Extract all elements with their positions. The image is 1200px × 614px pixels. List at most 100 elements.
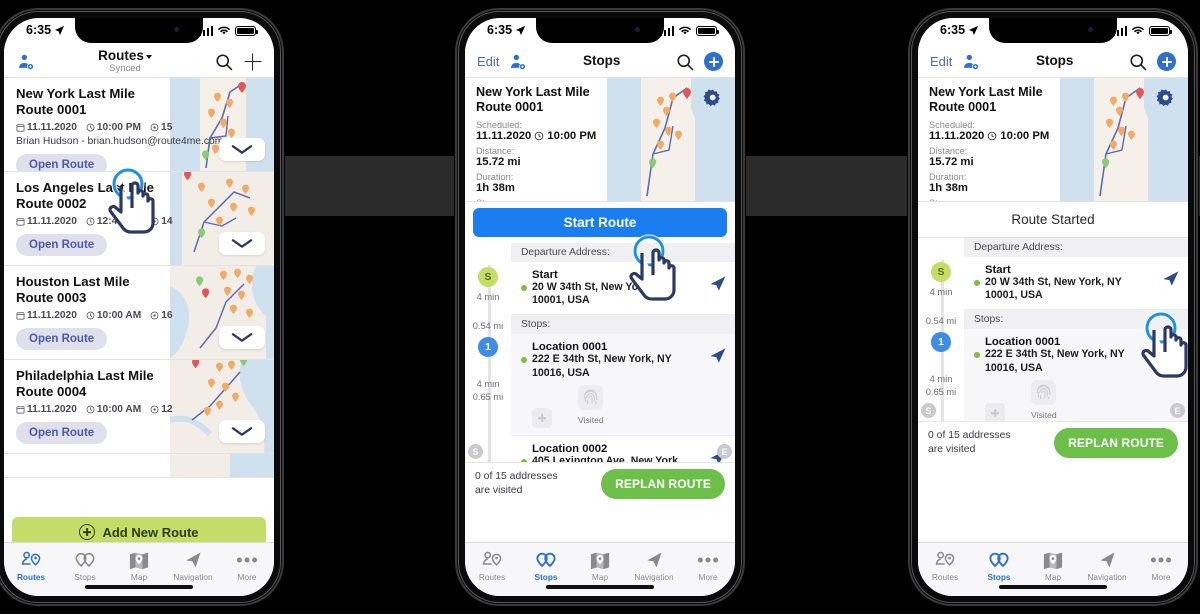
chevron-down-icon [231,333,253,342]
status-dot [521,357,527,364]
route-card[interactable]: Houston Last Mile Route 0003 11.11.2020 … [4,266,274,360]
add-stop-button[interactable] [704,52,723,71]
rail-distance: 0.54 mi [925,315,957,326]
add-note-button[interactable] [532,407,552,428]
scheduled-date: 11.11.2020 [929,129,985,142]
scroll-to-end-badge[interactable]: E [717,444,732,459]
replan-route-button[interactable]: REPLAN ROUTE [601,468,725,499]
start-route-button[interactable]: Start Route [473,208,727,237]
open-route-button[interactable]: Open Route [16,328,108,351]
add-note-button[interactable] [985,402,1005,421]
tab-more[interactable]: More [681,549,735,582]
tab-navigation-label: Navigation [173,572,213,582]
edit-button[interactable]: Edit [930,54,952,69]
tab-map[interactable]: Map [112,549,166,582]
route-detail-header: New York Last Mile Route 0001 Scheduled:… [465,78,735,202]
route-card[interactable]: Philadelphia Last Mile Route 0004 11.11.… [4,360,274,454]
routes-list[interactable]: New York Last Mile Route 0001 11.11.2020… [4,78,274,510]
stop-address-line1: 222 E 34th St, New York, NY [532,353,672,366]
location-arrow-icon [54,25,65,35]
stop-row-1[interactable]: Location 0001 222 E 34th St, New York, N… [964,329,1188,421]
expand-route-button[interactable] [219,138,265,161]
detail-route-name-line1: New York Last Mile [929,85,1043,99]
stop-row-2[interactable]: Location 0002 405 Lexington Ave, New Yor… [511,435,735,462]
status-dot [974,280,980,286]
route-detail-text: New York Last Mile Route 0001 Scheduled:… [465,78,735,201]
fingerprint-icon [578,384,604,410]
stop-address-line2: 10001, USA [985,289,1043,302]
scroll-to-start-badge[interactable]: S [468,444,483,459]
route-settings-button[interactable] [703,88,723,113]
navigate-icon[interactable] [1161,269,1180,293]
stop-title: Location 0002 [532,442,608,455]
tab-more[interactable]: More [1134,549,1188,582]
wifi-icon [678,26,692,35]
add-stop-button[interactable] [1157,52,1176,71]
tab-routes[interactable]: Routes [465,549,519,582]
tab-routes[interactable]: Routes [918,549,972,582]
tab-map[interactable]: Map [573,549,627,582]
route-date-text: 11.11.2020 [27,310,77,322]
edit-button[interactable]: Edit [477,54,499,69]
phone-1-title-block[interactable]: Routes Synced [45,49,205,73]
driver-add-icon[interactable] [508,52,528,72]
scroll-to-start-badge[interactable]: S [921,403,936,418]
clock-icon [86,217,95,226]
rail-node-1: 0.54 mi 1 [465,321,511,358]
routes-icon [465,549,519,571]
route-settings-button[interactable] [1156,88,1176,113]
route-time: 10:00 AM [86,310,141,321]
expand-route-button[interactable] [219,420,265,443]
tab-stops[interactable]: Stops [972,549,1026,582]
open-route-button[interactable]: Open Route [16,422,108,445]
scroll-to-end-badge[interactable]: E [1170,403,1185,418]
tab-stops[interactable]: Stops [58,549,112,582]
tab-more[interactable]: More [220,549,274,582]
status-indicators [198,23,259,36]
stops-list-container[interactable]: S 4 min 0.54 mi 1 4 min 0.65 mi Departur… [918,238,1188,421]
add-route-icon[interactable] [243,52,262,71]
open-route-button[interactable]: Open Route [16,154,108,171]
scheduled-value: 11.11.2020 10:00 PM [929,130,1188,142]
route-stop-count-text: 12 [161,404,173,416]
search-icon[interactable] [214,52,234,72]
tab-map[interactable]: Map [1026,549,1080,582]
search-icon[interactable] [1128,52,1148,72]
chevron-down-icon [145,54,152,59]
tab-navigation[interactable]: Navigation [166,549,220,582]
route-time-text: 10:00 AM [96,310,142,322]
replan-route-button[interactable]: REPLAN ROUTE [1054,427,1178,458]
stop-row-start[interactable]: Start 20 W 34th St, New York, NY 10001, … [511,262,735,316]
stop-row-start[interactable]: Start 20 W 34th St, New York, NY 10001, … [964,257,1188,311]
stop-address-line2: 10001, USA [532,294,590,307]
driver-add-icon[interactable] [16,52,36,72]
clock-icon [86,123,95,132]
tab-navigation[interactable]: Navigation [627,549,681,582]
expand-route-button[interactable] [219,326,265,349]
search-icon[interactable] [675,52,695,72]
stop-row-1[interactable]: Location 0001 222 E 34th St, New York, N… [511,334,735,436]
route-card[interactable]: Los Angeles Last Mile Route 0002 11.11.2… [4,172,274,266]
tab-stops[interactable]: Stops [519,549,573,582]
scheduled-time: 10:00 PM [1000,129,1050,142]
open-route-button[interactable]: Open Route [16,234,108,257]
tab-more-label: More [1151,572,1171,582]
expand-route-button[interactable] [219,232,265,255]
stop-title: Location 0001 [532,341,608,354]
tab-routes[interactable]: Routes [4,549,58,582]
rail-duration: 4 min [929,374,953,385]
scheduled-time: 10:00 PM [547,129,597,142]
mark-visited-button[interactable]: Visited [578,384,604,428]
route-card[interactable]: New York Last Mile Route 0001 11.11.2020… [4,78,274,172]
mark-visited-button[interactable]: Visited [1031,379,1057,421]
navigate-icon[interactable] [708,346,727,370]
phone-1-routes-list: 6:35 Routes Synced New York Last Mile Ro… [0,8,284,606]
route-card[interactable] [4,454,274,478]
wifi-icon [1131,26,1145,35]
tab-navigation[interactable]: Navigation [1080,549,1134,582]
navigate-icon[interactable] [708,274,727,298]
navigate-icon[interactable] [1161,341,1180,365]
gear-icon [703,89,720,107]
driver-add-icon[interactable] [961,52,981,72]
stops-list-container[interactable]: S 4 min 0.54 mi 1 4 min 0.65 mi Departur… [465,243,735,462]
